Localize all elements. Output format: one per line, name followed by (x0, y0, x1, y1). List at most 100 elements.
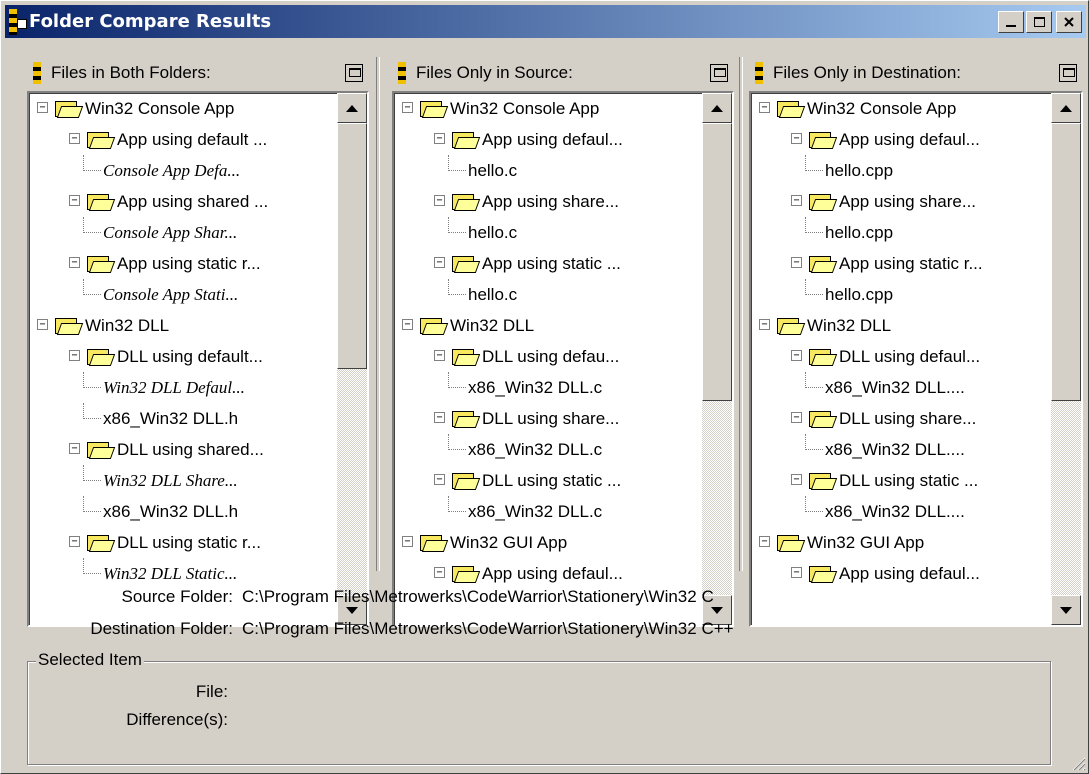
collapse-toggle-icon[interactable]: − (434, 412, 445, 423)
tree-folder-row[interactable]: − App using static r... (751, 248, 1061, 279)
tree-folder-row[interactable]: − Win32 Console App (751, 93, 1061, 124)
tree-folder-row[interactable]: − App using default ... (29, 124, 339, 155)
tree-folder-row[interactable]: − Win32 Console App (29, 93, 339, 124)
collapse-toggle-icon[interactable]: − (37, 319, 48, 330)
title-bar[interactable]: Folder Compare Results (5, 5, 1086, 38)
scroll-up-button[interactable] (1051, 93, 1081, 123)
collapse-toggle-icon[interactable]: − (69, 350, 80, 361)
tree-folder-row[interactable]: − Win32 DLL (751, 310, 1061, 341)
collapse-toggle-icon[interactable]: − (791, 133, 802, 144)
collapse-toggle-icon[interactable]: − (791, 350, 802, 361)
tree-file-row[interactable]: hello.c (394, 217, 704, 248)
maximize-button[interactable] (1026, 11, 1052, 33)
collapse-toggle-icon[interactable]: − (402, 319, 413, 330)
tree-file-row[interactable]: Win32 DLL Static... (29, 558, 339, 589)
splitter[interactable] (739, 57, 743, 571)
tree-file-row[interactable]: Console App Shar... (29, 217, 339, 248)
tree-file-row[interactable]: hello.c (394, 155, 704, 186)
tree-list[interactable]: − Win32 Console App − App using default ...… (27, 91, 369, 627)
tree-file-row[interactable]: hello.cpp (751, 217, 1061, 248)
pane-maximize-button[interactable] (1059, 64, 1077, 82)
collapse-toggle-icon[interactable]: − (791, 257, 802, 268)
scroll-thumb[interactable] (1051, 123, 1081, 401)
tree-folder-row[interactable]: − App using defaul... (394, 124, 704, 155)
tree-folder-row[interactable]: − DLL using defau... (394, 341, 704, 372)
pane-maximize-button[interactable] (710, 64, 728, 82)
collapse-toggle-icon[interactable]: − (37, 102, 48, 113)
tree-file-row[interactable]: Console App Stati... (29, 279, 339, 310)
tree-file-row[interactable]: x86_Win32 DLL.c (394, 372, 704, 403)
tree-folder-row[interactable]: − Win32 DLL (29, 310, 339, 341)
splitter[interactable] (376, 57, 380, 571)
tree-folder-row[interactable]: − Win32 GUI App (394, 527, 704, 558)
scroll-up-button[interactable] (702, 93, 732, 123)
collapse-toggle-icon[interactable]: − (69, 536, 80, 547)
collapse-toggle-icon[interactable]: − (69, 257, 80, 268)
collapse-toggle-icon[interactable]: − (759, 536, 770, 547)
tree-file-row[interactable]: hello.c (394, 279, 704, 310)
close-button[interactable] (1056, 11, 1082, 33)
collapse-toggle-icon[interactable]: − (759, 102, 770, 113)
collapse-toggle-icon[interactable]: − (434, 195, 445, 206)
scroll-thumb[interactable] (702, 123, 732, 401)
tree-folder-row[interactable]: − App using share... (394, 186, 704, 217)
scroll-up-button[interactable] (337, 93, 367, 123)
tree-file-label: Console App Defa... (103, 161, 241, 180)
tree-file-row[interactable]: x86_Win32 DLL.h (29, 496, 339, 527)
tree-file-row[interactable]: hello.cpp (751, 155, 1061, 186)
collapse-toggle-icon[interactable]: − (791, 412, 802, 423)
collapse-toggle-icon[interactable]: − (402, 102, 413, 113)
collapse-toggle-icon[interactable]: − (791, 567, 802, 578)
collapse-toggle-icon[interactable]: − (434, 257, 445, 268)
tree-file-row[interactable]: hello.cpp (751, 279, 1061, 310)
vertical-scrollbar[interactable] (337, 93, 367, 625)
tree-folder-row[interactable]: − Win32 Console App (394, 93, 704, 124)
tree-file-row[interactable]: x86_Win32 DLL.h (29, 403, 339, 434)
collapse-toggle-icon[interactable]: − (791, 195, 802, 206)
collapse-toggle-icon[interactable]: − (69, 195, 80, 206)
tree-folder-row[interactable]: − App using defaul... (751, 124, 1061, 155)
minimize-button[interactable] (998, 11, 1024, 33)
tree-file-row[interactable]: Console App Defa... (29, 155, 339, 186)
vertical-scrollbar[interactable] (702, 93, 732, 625)
tree-file-row[interactable]: x86_Win32 DLL.... (751, 496, 1061, 527)
collapse-toggle-icon[interactable]: − (791, 474, 802, 485)
tree-folder-row[interactable]: − DLL using share... (751, 403, 1061, 434)
tree-file-row[interactable]: x86_Win32 DLL.c (394, 496, 704, 527)
tree-folder-row[interactable]: − DLL using share... (394, 403, 704, 434)
collapse-toggle-icon[interactable]: − (69, 443, 80, 454)
collapse-toggle-icon[interactable]: − (434, 567, 445, 578)
tree-folder-row[interactable]: − DLL using static r... (29, 527, 339, 558)
vertical-scrollbar[interactable] (1051, 93, 1081, 625)
tree-folder-row[interactable]: − DLL using shared... (29, 434, 339, 465)
tree-file-row[interactable]: Win32 DLL Share... (29, 465, 339, 496)
tree-folder-row[interactable]: − Win32 GUI App (751, 527, 1061, 558)
tree-folder-row[interactable]: − DLL using defaul... (751, 341, 1061, 372)
tree-file-row[interactable]: x86_Win32 DLL.... (751, 434, 1061, 465)
tree-folder-row[interactable]: − DLL using default... (29, 341, 339, 372)
tree-file-row[interactable]: x86_Win32 DLL.c (394, 434, 704, 465)
collapse-toggle-icon[interactable]: − (759, 319, 770, 330)
tree-folder-row[interactable]: − Win32 DLL (394, 310, 704, 341)
tree-folder-row[interactable]: − App using static ... (394, 248, 704, 279)
tree-folder-row[interactable]: − App using static r... (29, 248, 339, 279)
scroll-thumb[interactable] (337, 123, 367, 369)
tree-list[interactable]: − Win32 Console App − App using defaul... he… (749, 91, 1083, 627)
tree-folder-row[interactable]: − App using defaul... (751, 558, 1061, 589)
collapse-toggle-icon[interactable]: − (69, 133, 80, 144)
tree-file-row[interactable]: x86_Win32 DLL.... (751, 372, 1061, 403)
collapse-toggle-icon[interactable]: − (434, 350, 445, 361)
folder-compare-window: Folder Compare Results Files in Both Fol… (0, 0, 1089, 774)
tree-folder-row[interactable]: − App using shared ... (29, 186, 339, 217)
resize-grip-icon[interactable] (1068, 753, 1086, 771)
tree-folder-row[interactable]: − DLL using static ... (394, 465, 704, 496)
tree-list[interactable]: − Win32 Console App − App using defaul... he… (392, 91, 734, 627)
pane-maximize-button[interactable] (345, 64, 363, 82)
collapse-toggle-icon[interactable]: − (434, 474, 445, 485)
tree-folder-row[interactable]: − App using defaul... (394, 558, 704, 589)
tree-folder-row[interactable]: − App using share... (751, 186, 1061, 217)
tree-folder-row[interactable]: − DLL using static ... (751, 465, 1061, 496)
collapse-toggle-icon[interactable]: − (402, 536, 413, 547)
collapse-toggle-icon[interactable]: − (434, 133, 445, 144)
tree-file-row[interactable]: Win32 DLL Defaul... (29, 372, 339, 403)
